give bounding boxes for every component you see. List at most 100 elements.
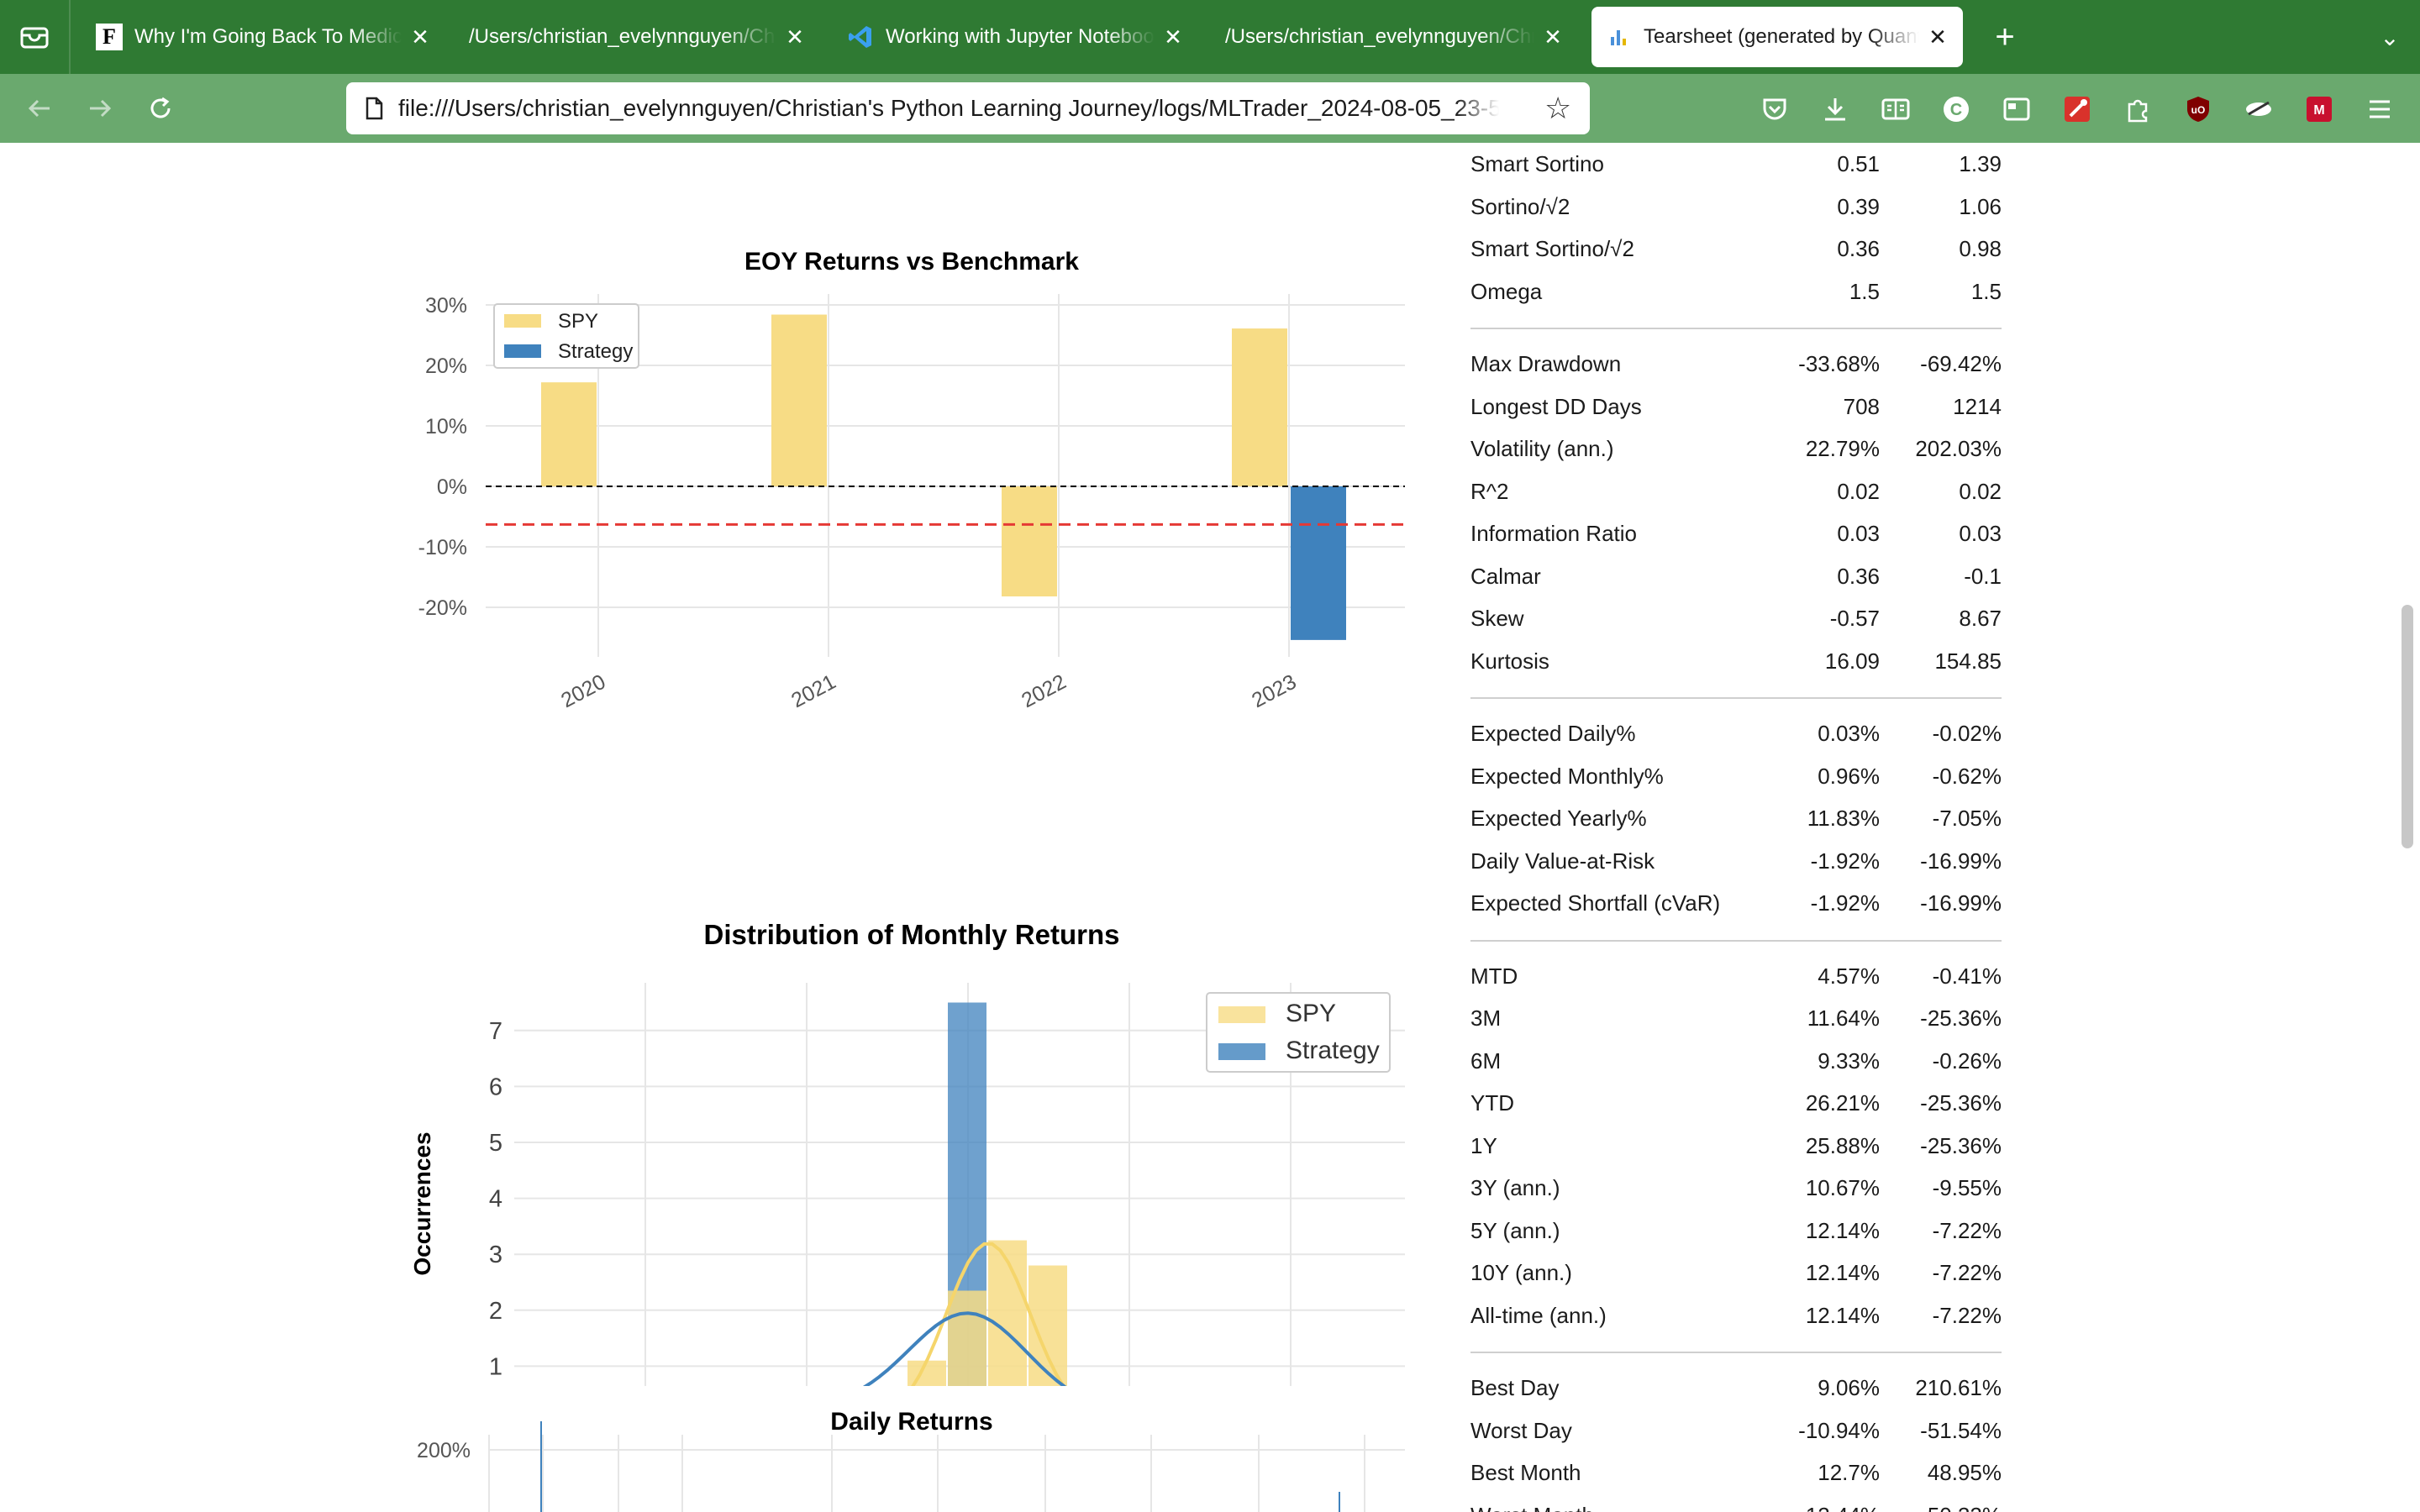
metric-strategy-value: 1.06 [1959,193,2002,219]
url-text[interactable]: file:///Users/christian_evelynnguyen/Chr… [398,95,1499,122]
metric-label: 1Y [1470,1132,1497,1158]
metrics-divider [1470,697,2002,699]
color-picker-extension-icon[interactable] [2057,89,2097,129]
metric-benchmark-value: 0.03 [1837,521,1880,546]
reader-view-icon[interactable] [1876,89,1916,129]
metric-row: Kurtosis 16.09 154.85 [1470,640,2002,682]
tab-jupyter-notebooks[interactable]: Working with Jupyter Notebooks ✕ [835,7,1197,67]
metric-strategy-value: 48.95% [1927,1460,2002,1485]
metric-row: Expected Monthly% 0.96% -0.62% [1470,755,2002,797]
tab-tearsheet[interactable]: Tearsheet (generated by QuantStats) ✕ [1591,7,1963,67]
document-icon [366,97,383,120]
pocket-icon[interactable] [1754,89,1795,129]
ublock-shield-icon[interactable]: uO [2178,89,2218,129]
metric-row: Sortino/√2 0.39 1.06 [1470,186,2002,228]
grammar-extension-icon[interactable]: C [1936,89,1976,129]
tab-local-file-1[interactable]: /Users/christian_evelynnguyen/Christian … [457,7,818,67]
metric-label: Worst Day [1470,1417,1572,1443]
close-icon[interactable]: ✕ [1541,24,1565,50]
metric-label: 6M [1470,1047,1502,1074]
close-icon[interactable]: ✕ [783,24,807,50]
list-all-tabs-icon[interactable]: ⌄ [2370,15,2410,59]
legend-swatch [1218,1043,1265,1060]
wayback-extension-icon[interactable] [2238,89,2279,129]
metric-strategy-value: -0.62% [1932,763,2002,789]
metric-label: YTD [1470,1090,1514,1116]
bar-spy-2021 [771,314,827,486]
metric-row: MTD 4.57% -0.41% [1470,955,2002,997]
downloads-icon[interactable] [1815,89,1855,129]
metric-benchmark-value: 0.03% [1818,721,1880,746]
y-tick-label: 20% [425,354,467,378]
metric-label: Daily Value-at-Risk [1470,848,1655,874]
metric-strategy-value: -0.02% [1932,721,2002,746]
metric-label: 3M [1470,1005,1502,1031]
chart-favicon-icon [1605,24,1632,50]
metric-strategy-value: 0.02 [1959,478,2002,504]
metric-row: Max Drawdown -33.68% -69.42% [1470,343,2002,385]
metric-label: Information Ratio [1470,521,1637,546]
metric-strategy-value: 210.61% [1915,1375,2002,1400]
x-tick-label: 2020 [557,670,609,713]
metric-strategy-value: -7.22% [1932,1260,2002,1285]
legend-label: SPY [558,310,598,333]
metric-benchmark-value: -10.94% [1798,1417,1880,1443]
new-tab-button[interactable]: + [1983,15,2027,59]
metric-benchmark-value: 11.64% [1807,1005,1880,1031]
back-button[interactable] [17,86,62,131]
x-tick-label: 2023 [1248,670,1300,713]
metric-strategy-value: 8.67 [1959,606,2002,631]
close-icon[interactable]: ✕ [408,24,432,50]
metric-label: Omega [1470,278,1543,304]
y-tick-label: 3 [489,1242,502,1268]
metric-benchmark-value: 12.7% [1818,1460,1880,1485]
metric-benchmark-value: 0.36 [1837,236,1880,261]
metric-benchmark-value: 4.57% [1818,963,1880,989]
reload-button[interactable] [138,86,183,131]
metric-row: Smart Sortino/√2 0.36 0.98 [1470,228,2002,270]
metric-benchmark-value: -33.68% [1798,351,1880,376]
metric-row: Omega 1.5 1.5 [1470,270,2002,312]
metric-row: Expected Yearly% 11.83% -7.05% [1470,797,2002,839]
metric-strategy-value: -7.22% [1932,1217,2002,1243]
bar-spy-2023 [1232,328,1287,486]
tearsheet-page: EOY Returns vs Benchmark 30% 20% 10% 0% -10% -… [0,143,2420,1512]
metric-label: Expected Daily% [1470,721,1636,746]
metric-label: 10Y (ann.) [1470,1260,1572,1285]
close-icon[interactable]: ✕ [1161,24,1185,50]
bookmark-star-icon[interactable]: ☆ [1544,91,1571,126]
tab-local-file-2[interactable]: /Users/christian_evelynnguyen/Christian … [1213,7,1576,67]
menu-hamburger-icon[interactable] [2360,89,2400,129]
page-scrollbar[interactable] [2402,605,2413,848]
metric-strategy-value: -25.36% [1920,1005,2002,1031]
tab-bar: F Why I'm Going Back To Medical ✕ /Users… [0,0,2420,74]
metric-benchmark-value: 12.14% [1805,1260,1880,1285]
y-axis-label: Occurrences [409,1131,435,1275]
tab-medical-article[interactable]: F Why I'm Going Back To Medical ✕ [87,7,440,67]
svg-text:C: C [1950,101,1962,119]
metric-benchmark-value: 12.14% [1805,1217,1880,1243]
metric-benchmark-value: -12.44% [1798,1503,1880,1512]
metric-strategy-value: 1.39 [1959,151,2002,176]
forward-button[interactable] [77,86,123,131]
metric-row: 1Y 25.88% -25.36% [1470,1125,2002,1167]
tab-overview-button[interactable] [0,0,71,74]
inbox-icon [20,27,49,49]
metric-benchmark-value: 708 [1843,393,1880,419]
arrow-right-icon [90,99,112,118]
y-tick-label: 2 [489,1298,502,1325]
bar-spy-2022 [1002,486,1057,597]
metric-strategy-value: -9.55% [1932,1175,2002,1200]
metric-label: Sortino/√2 [1470,193,1570,219]
metrics-divider [1470,1352,2002,1353]
mendeley-extension-icon[interactable]: M [2299,89,2339,129]
y-tick-label: 1 [489,1353,502,1380]
metric-label: Smart Sortino/√2 [1470,236,1634,261]
extensions-puzzle-icon[interactable] [2118,89,2158,129]
url-bar[interactable]: file:///Users/christian_evelynnguyen/Chr… [346,82,1590,134]
chart-title: Daily Returns [830,1408,992,1436]
window-extension-icon[interactable] [1996,89,2037,129]
close-icon[interactable]: ✕ [1926,24,1949,50]
metric-strategy-value: -69.42% [1920,351,2002,376]
metric-benchmark-value: 0.51 [1837,151,1880,176]
